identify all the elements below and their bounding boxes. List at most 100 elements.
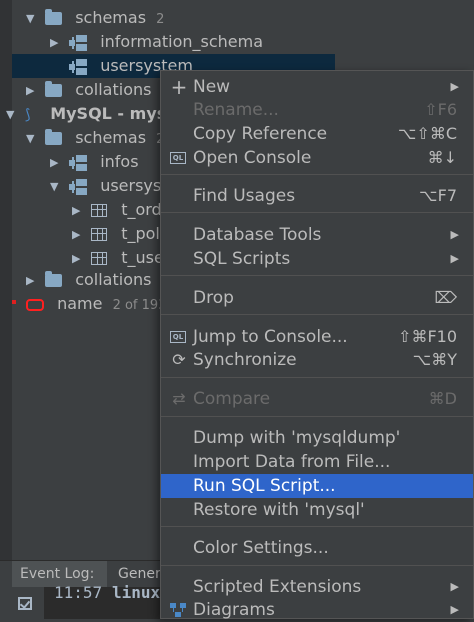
mark-read-icon[interactable] [18,597,32,610]
tree-row-t-pol[interactable]: ▶ t_pol [72,222,160,246]
menu-item-copy-reference[interactable]: Copy Reference ⌥⇧⌘C [161,122,473,146]
error-marker-icon [12,300,16,304]
menu-item-run-sql-script[interactable]: Run SQL Script... [161,474,473,498]
menu-separator [161,416,473,417]
shortcut-label: ⌥F7 [419,186,457,205]
diagram-icon [170,603,186,617]
tree-row-t-use[interactable]: ▶ t_use [72,246,164,270]
tree-row-label: usersys [100,176,162,195]
expand-arrow-icon[interactable]: ▼ [26,127,40,151]
submenu-arrow-icon: ▶ [450,580,459,593]
collapse-arrow-icon[interactable]: ▶ [50,31,64,55]
collapse-arrow-icon[interactable]: ▶ [26,79,40,103]
menu-separator [161,212,473,213]
menu-separator [161,377,473,378]
tree-row-label: collations [75,80,152,99]
menu-separator [161,314,473,315]
menu-separator [161,275,473,276]
tree-gutter [0,0,12,560]
shortcut-label: ⌘↓ [427,148,457,167]
menu-item-import-data[interactable]: Import Data from File... [161,450,473,474]
menu-item-color-settings[interactable]: Color Settings... [161,536,473,560]
schema-icon [69,178,88,195]
folder-icon [45,81,63,97]
schema-icon [69,154,88,171]
collapse-arrow-icon[interactable]: ▶ [72,247,86,271]
menu-item-compare: ⇄ Compare ⌘D [161,387,473,411]
menu-item-rename: Rename... ⇧F6 [193,100,457,120]
delete-key-icon: ⌦ [434,288,457,307]
tree-row-label: name [57,294,103,313]
menu-separator [161,565,473,566]
submenu-arrow-icon: ▶ [450,228,459,241]
tree-row-infos[interactable]: ▶ infos [50,150,139,174]
tree-row-label: MySQL - mys [50,104,167,123]
expand-arrow-icon[interactable]: ▼ [50,175,64,199]
tree-row-mysql-datasource[interactable]: ▼ ⟆ MySQL - mys [6,102,166,126]
table-icon [91,252,108,265]
tree-row-count: 2 of 193 [112,298,167,313]
tree-row-label: information_schema [100,32,264,51]
menu-item-restore-mysql[interactable]: Restore with 'mysql' [161,498,473,522]
tree-row-usersystem-2[interactable]: ▼ usersys [50,174,161,198]
collapse-arrow-icon[interactable]: ▶ [26,269,40,293]
tree-row-label: collations [75,270,152,289]
shortcut-label: ⌘D [428,389,457,408]
log-timestamp: 11:57 [54,583,103,602]
shortcut-label: ⇧⌘F10 [398,327,457,346]
expand-arrow-icon[interactable]: ▼ [26,7,40,31]
tree-row-t-ord[interactable]: ▶ t_ord [72,198,162,222]
folder-icon [45,9,63,25]
tree-row-label: schemas [75,128,147,147]
folder-icon [45,129,63,145]
menu-item-database-tools[interactable]: Database Tools ▶ [161,223,473,247]
tree-row-collations[interactable]: ▶ collations [26,78,151,102]
menu-item-dump-mysqldump[interactable]: Dump with 'mysqldump' [161,426,473,450]
tree-row-label: infos [100,152,139,171]
submenu-arrow-icon: ▶ [450,252,459,265]
schema-icon [69,34,88,51]
menu-item-open-console[interactable]: QL Open Console ⌘↓ [161,146,473,170]
table-icon [91,228,108,241]
menu-item-sql-scripts[interactable]: SQL Scripts ▶ [161,247,473,271]
shortcut-label: ⌥⌘Y [412,350,457,369]
menu-separator [161,174,473,175]
tree-row-label: t_use [121,248,164,267]
shortcut-label: ⇧F6 [424,100,457,119]
compare-icon: ⇄ [172,389,186,408]
folder-icon [45,271,63,287]
submenu-arrow-icon: ▶ [450,603,459,616]
menu-separator [161,526,473,527]
collapse-arrow-icon[interactable]: ▶ [72,199,86,223]
collapse-arrow-icon[interactable]: ▶ [72,223,86,247]
mysql-dolphin-icon: ⟆ [25,106,31,123]
menu-item-diagrams[interactable]: Diagrams ▶ [161,598,473,622]
sync-icon: ⟳ [172,350,186,369]
plus-icon: + [170,75,188,99]
oracle-icon [26,298,44,311]
tree-row-schemas-2[interactable]: ▼ schemas 2 [26,126,164,150]
menu-item-new[interactable]: + New ▶ [161,75,473,99]
menu-item-scripted-extensions[interactable]: Scripted Extensions ▶ [161,575,473,599]
table-icon [91,204,108,217]
tree-row-oracle-name[interactable]: name 2 of 193 [26,292,166,316]
menu-item-synchronize[interactable]: ⟳ Synchronize ⌥⌘Y [161,348,473,372]
tree-row-count: 2 [156,12,165,27]
tree-row-information-schema[interactable]: ▶ information_schema [50,30,263,54]
console-icon: QL [170,152,186,164]
schema-icon [69,58,88,75]
tree-row-label: t_ord [121,200,162,219]
collapse-arrow-icon[interactable]: ▶ [50,151,64,175]
log-gutter [0,587,45,619]
tree-row-label: schemas [75,8,147,27]
tree-row-schemas[interactable]: ▼ schemas 2 [26,6,164,30]
console-icon: QL [170,331,186,343]
menu-item-jump-to-console[interactable]: QL Jump to Console... ⇧⌘F10 [161,325,473,349]
context-menu: + New ▶ Rename... ⇧F6 Copy Reference ⌥⇧⌘… [160,70,474,622]
menu-item-find-usages[interactable]: Find Usages ⌥F7 [161,184,473,208]
menu-item-drop[interactable]: Drop ⌦ [161,286,473,310]
tree-row-collations-2[interactable]: ▶ collations [26,268,151,292]
shortcut-label: ⌥⇧⌘C [397,124,457,143]
tree-row-label: t_pol [121,224,160,243]
expand-arrow-icon[interactable]: ▼ [6,103,20,127]
